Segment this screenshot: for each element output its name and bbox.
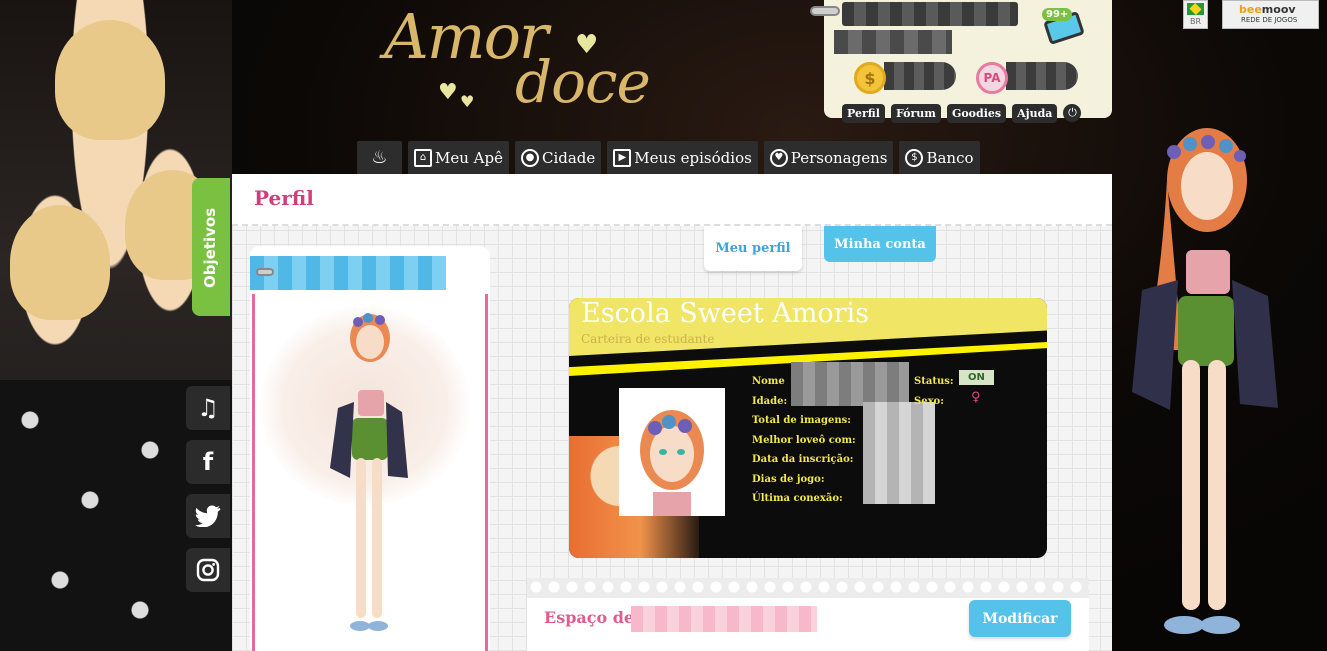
school-name: Escola Sweet Amoris: [581, 298, 870, 329]
nav-item-events[interactable]: ♨: [357, 141, 402, 174]
brazil-flag-icon: [1187, 3, 1204, 15]
facebook-button[interactable]: f: [186, 440, 230, 484]
heart-icon: ♥: [460, 92, 475, 111]
status-labels: Status: Sexo:: [914, 372, 954, 411]
notebook-binding: [527, 578, 1089, 598]
nav-label: Personagens: [790, 148, 888, 167]
power-icon[interactable]: ⏻: [1063, 104, 1082, 122]
account-links: Perfil Fórum Goodies Ajuda ⏻: [842, 104, 1082, 123]
nav-label: Banco: [926, 148, 974, 167]
instagram-icon: [196, 558, 220, 582]
dollars-amount: [884, 62, 956, 90]
network-logo: beemoov: [1239, 3, 1296, 16]
space-title: Espaço de: [544, 608, 635, 627]
heart-icon: ♥: [438, 80, 458, 105]
student-photo: [619, 388, 725, 516]
name-age-censored: [791, 362, 909, 406]
field-dias-jogo: Dias de jogo:: [752, 473, 825, 485]
main-nav: ♨ ⌂ Meu Apê ● Cidade ▶ Meus episódios ♥ …: [357, 141, 980, 174]
username-censored: [842, 2, 1018, 26]
right-decorative-character: [1112, 120, 1327, 651]
status-badge: ON: [959, 370, 994, 385]
field-total-imagens: Total de imagens:: [752, 415, 851, 426]
twitter-button[interactable]: [186, 494, 230, 538]
player-name-censored: [250, 256, 446, 290]
music-icon: ♫: [197, 394, 219, 422]
field-data-inscricao: Data da inscrição:: [752, 454, 854, 465]
forum-link[interactable]: Fórum: [890, 104, 941, 123]
nav-item-meu-ape[interactable]: ⌂ Meu Apê: [408, 141, 509, 174]
profile-page: Perfil Meu perfil Minha conta Escola Swe…: [232, 174, 1112, 651]
action-points-icon[interactable]: PA: [976, 62, 1008, 94]
nav-item-meus-episodios[interactable]: ▶ Meus episódios: [607, 141, 758, 174]
modify-button[interactable]: Modificar: [969, 600, 1071, 637]
objectives-label: Objetivos: [201, 207, 219, 288]
stats-censored: [863, 402, 935, 504]
page-title: Perfil: [254, 186, 314, 210]
card-subtitle: Carteira de estudante: [581, 332, 715, 346]
paperclip-icon: [810, 6, 840, 16]
nav-label: Cidade: [541, 148, 596, 167]
heart-icon: ♥: [769, 148, 788, 167]
female-icon: ♀: [971, 390, 981, 405]
paperclip-icon: [256, 268, 274, 276]
play-icon: ▶: [613, 148, 632, 167]
player-avatar[interactable]: [308, 308, 428, 648]
avatar-card: [250, 246, 490, 651]
twitter-icon: [195, 505, 221, 527]
status-label: Status:: [914, 376, 954, 387]
tab-meu-perfil[interactable]: Meu perfil: [704, 226, 802, 271]
house-icon: ⌂: [414, 148, 432, 167]
nav-label: Meus episódios: [634, 148, 752, 167]
map-pin-icon: ●: [520, 148, 539, 167]
instagram-button[interactable]: [186, 548, 230, 592]
profile-link[interactable]: Perfil: [842, 104, 885, 123]
student-card: Escola Sweet Amoris Carteira de estudant…: [569, 298, 1047, 558]
help-link[interactable]: Ajuda: [1012, 104, 1058, 123]
notification-badge: 99+: [1042, 8, 1073, 21]
language-selector[interactable]: BR: [1183, 0, 1208, 29]
level-censored: [834, 30, 952, 54]
nav-item-personagens[interactable]: ♥ Personagens: [763, 141, 894, 174]
sex-label: Sexo:: [914, 395, 944, 407]
coin-icon: $: [905, 148, 924, 167]
field-melhor-loveo: Melhor loveô com:: [752, 434, 856, 446]
language-label: BR: [1189, 17, 1202, 26]
action-points-amount: [1006, 62, 1078, 90]
game-logo[interactable]: Amor doce ♥ ♥ ♥: [380, 0, 680, 125]
tab-minha-conta[interactable]: Minha conta: [824, 226, 936, 262]
dollar-coin-icon[interactable]: $: [854, 62, 886, 94]
nav-item-banco[interactable]: $ Banco: [899, 141, 980, 174]
player-space: Espaço de Modificar: [527, 578, 1089, 651]
network-link[interactable]: beemoov REDE DE JOGOS: [1222, 0, 1319, 29]
heart-icon: ♥: [575, 30, 599, 60]
network-subtitle: REDE DE JOGOS: [1241, 16, 1298, 24]
goodies-link[interactable]: Goodies: [946, 104, 1007, 123]
facebook-icon: f: [202, 448, 214, 476]
account-panel: 99+ $ PA Perfil Fórum Goodies Ajuda ⏻: [810, 0, 1112, 123]
nav-label: Meu Apê: [435, 148, 503, 167]
cupcake-icon: ♨: [371, 147, 388, 168]
page-header: Perfil: [232, 174, 1112, 226]
objectives-tab[interactable]: Objetivos: [192, 178, 230, 316]
nav-item-cidade[interactable]: ● Cidade: [514, 141, 602, 174]
space-owner-censored: [631, 606, 817, 632]
music-button[interactable]: ♫: [186, 386, 230, 430]
field-ultima-conexao: Última conexão:: [752, 493, 843, 504]
